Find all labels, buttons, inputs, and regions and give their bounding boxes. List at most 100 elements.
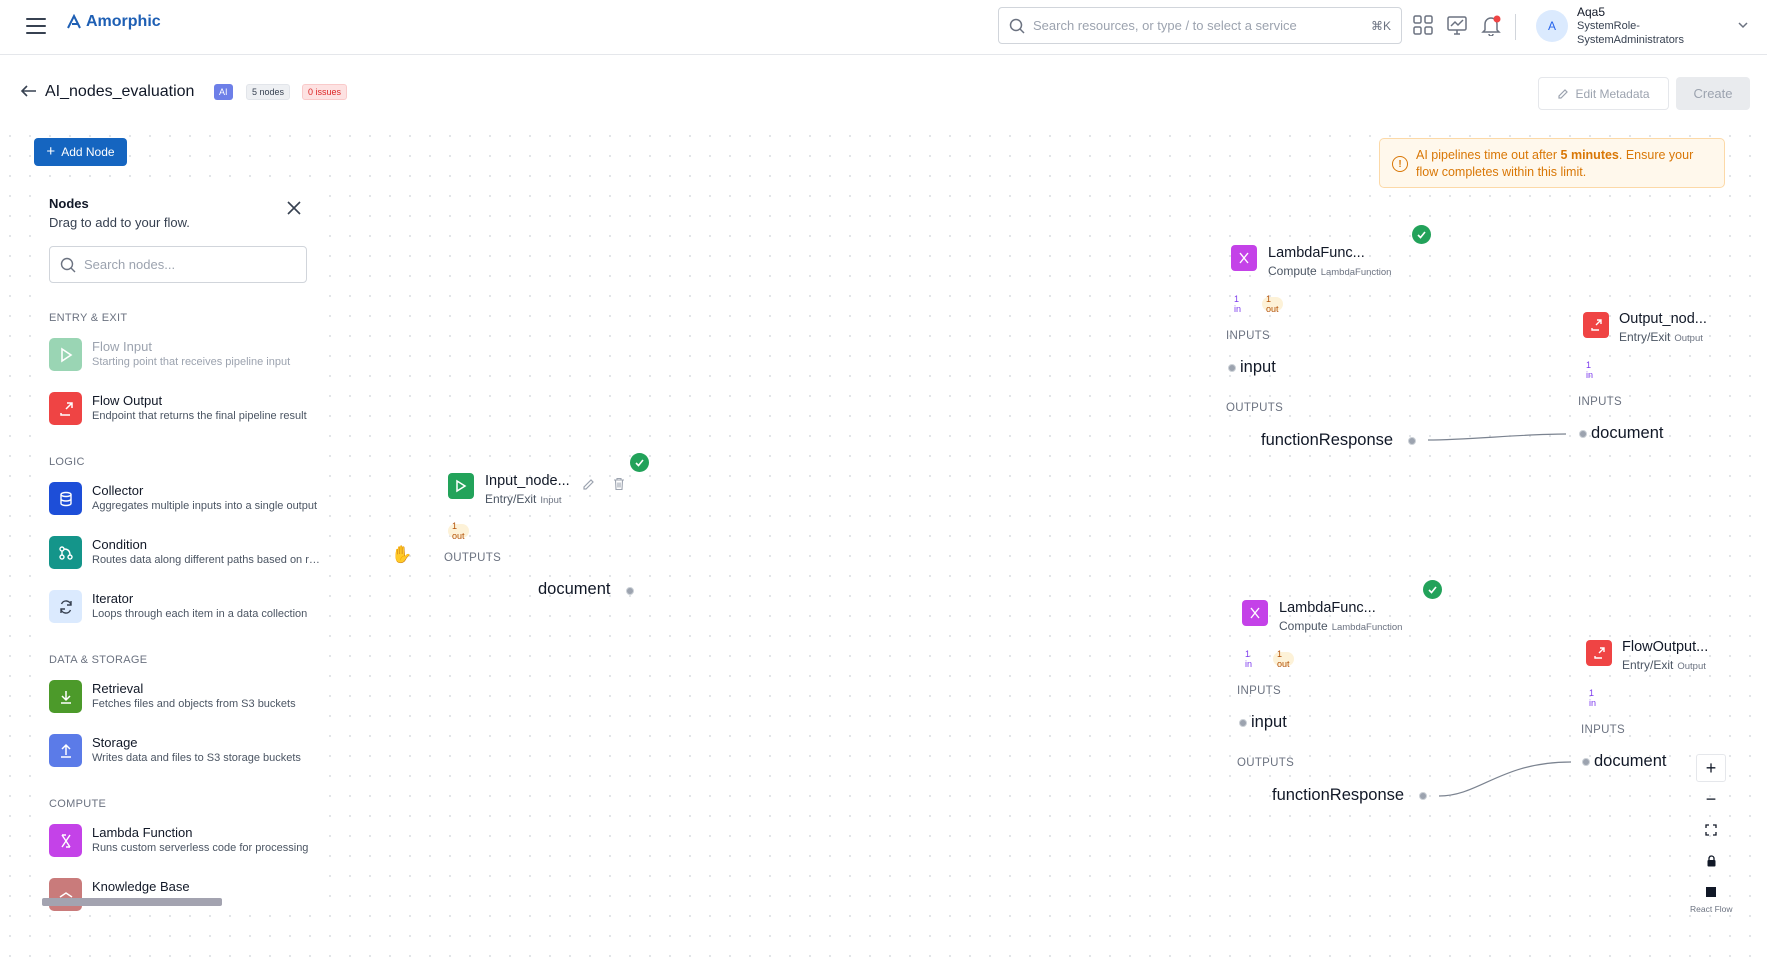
check-icon [1423,580,1442,599]
user-role-line2: SystemAdministrators [1577,34,1684,46]
node-item-desc: Starting point that receives pipeline in… [92,356,291,368]
node-item-knowledge-base[interactable]: Knowledge Base [49,875,319,912]
app-logo[interactable]: Amorphic [66,13,161,31]
output-handle[interactable] [626,587,634,595]
output-handle[interactable] [1419,792,1427,800]
input-handle[interactable] [1582,758,1590,766]
add-node-button[interactable]: + Add Node [34,138,127,166]
edit-metadata-label: Edit Metadata [1575,86,1650,101]
input-handle[interactable] [1228,364,1236,372]
back-arrow-icon[interactable] [20,82,38,103]
node-category: Compute LambdaFunction [1279,619,1402,633]
close-icon[interactable] [286,200,302,216]
issues-badge: 0 issues [302,84,348,100]
input-port-label: document [1591,424,1664,442]
monitor-chart-icon[interactable] [1446,14,1468,36]
branch-icon [49,536,82,569]
panel-scrollbar[interactable] [42,898,222,906]
node-item-collector[interactable]: Collector Aggregates multiple inputs int… [49,479,319,519]
node-item-flow-input[interactable]: Flow Input Starting point that receives … [49,335,319,375]
node-item-desc: Endpoint that returns the final pipeline… [92,410,307,422]
apps-grid-icon[interactable] [1412,14,1434,36]
square-icon [1706,887,1716,897]
play-icon [49,338,82,371]
node-item-title: Iterator [92,591,134,606]
timeout-warning: ! AI pipelines time out after 5 minutes.… [1379,138,1725,188]
node-name: FlowOutput... [1622,639,1709,655]
node-category: Compute LambdaFunction [1268,264,1391,278]
divider [1515,14,1516,40]
input-port-label: input [1240,358,1276,376]
node-type: Output [1674,333,1703,344]
pencil-icon [1558,88,1569,99]
fit-view-button[interactable] [1696,816,1726,844]
lambda-icon [1231,245,1257,271]
minimap-toggle-button[interactable] [1696,878,1726,906]
node-item-condition[interactable]: Condition Routes data along different pa… [49,533,320,573]
node-item-storage[interactable]: Storage Writes data and files to S3 stor… [49,731,319,771]
node-item-lambda-function[interactable]: Lambda Function Runs custom serverless c… [49,821,319,861]
node-category: Entry/Exit Input [485,492,562,506]
output-port-label: functionResponse [1272,786,1405,804]
lambda-icon [49,824,82,857]
create-button[interactable]: Create [1676,77,1750,110]
lock-button[interactable] [1696,847,1726,875]
panel-title: Nodes [49,196,89,211]
delete-node-icon[interactable] [612,477,626,491]
play-icon [448,473,474,499]
input-handle[interactable] [1579,430,1587,438]
output-icon [49,392,82,425]
search-placeholder: Search resources, or type / to select a … [1033,18,1297,33]
node-item-desc: Loops through each item in a data collec… [92,608,308,620]
node-category: Entry/Exit Output [1622,658,1706,672]
node-search-input[interactable]: Search nodes... [49,246,307,283]
user-info[interactable]: Aqa5 SystemRole- SystemAdministrators [1577,5,1684,47]
node-type: LambdaFunction [1331,622,1403,633]
inputs-label: INPUTS [1581,724,1625,736]
node-item-flow-output[interactable]: Flow Output Endpoint that returns the fi… [49,389,319,429]
search-icon [1009,18,1025,34]
inputs-label: INPUTS [1237,685,1281,697]
input-handle[interactable] [1239,719,1247,727]
menu-icon[interactable] [24,16,48,36]
panel-subtitle: Drag to add to your flow. [49,215,190,230]
node-item-title: Lambda Function [92,825,193,840]
inputs-label: INPUTS [1578,396,1622,408]
section-logic: LOGIC [49,456,85,468]
check-icon [630,453,649,472]
node-category-text: Entry/Exit [1619,330,1671,344]
zoom-in-button[interactable]: + [1696,754,1726,782]
edit-node-icon[interactable] [582,477,596,491]
out-count-tag: 1 out [1262,294,1283,314]
section-entry-exit: ENTRY & EXIT [49,312,128,324]
node-count-badge: 5 nodes [246,84,291,100]
avatar[interactable]: A [1536,10,1568,42]
zoom-out-button[interactable]: − [1696,785,1726,813]
node-item-retrieval[interactable]: Retrieval Fetches files and objects from… [49,677,319,717]
notifications-bell-icon[interactable] [1480,14,1502,36]
global-search-input[interactable]: Search resources, or type / to select a … [998,7,1402,44]
node-category-text: Compute [1268,264,1317,278]
node-type: LambdaFunction [1320,267,1392,278]
output-port-label: document [538,580,611,598]
node-category-text: Compute [1279,619,1328,633]
chevron-down-icon[interactable] [1737,19,1749,31]
in-count-tag: 1 in [1245,649,1253,669]
user-role-line1: SystemRole- [1577,20,1640,32]
node-item-iterator[interactable]: Iterator Loops through each item in a da… [49,587,319,627]
edge-lambda1-output1 [1427,433,1567,441]
in-count-tag: 1 in [1589,688,1597,708]
lock-icon [1707,855,1715,867]
warning-icon: ! [1392,156,1408,172]
react-flow-attribution[interactable]: React Flow [1690,904,1733,914]
plus-icon: + [46,143,56,160]
in-count-tag: 1 in [1234,294,1242,314]
node-item-title: Retrieval [92,681,144,696]
page-title: AI_nodes_evaluation [45,83,195,100]
node-search-placeholder: Search nodes... [84,257,176,272]
edit-metadata-button[interactable]: Edit Metadata [1538,77,1669,110]
search-icon [60,257,76,272]
output-port-label: functionResponse [1261,431,1394,449]
section-data-storage: DATA & STORAGE [49,654,148,666]
output-handle[interactable] [1408,437,1416,445]
